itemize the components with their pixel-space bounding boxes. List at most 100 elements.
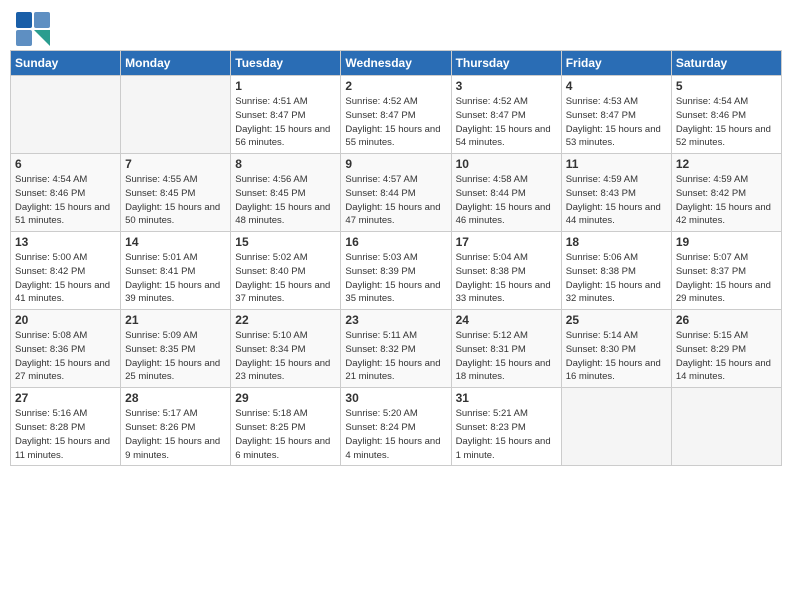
daylight-text: Daylight: 15 hours and 27 minutes. xyxy=(15,358,110,383)
sunrise-text: Sunrise: 4:54 AM xyxy=(15,174,87,185)
day-number: 20 xyxy=(15,313,116,327)
logo-icon xyxy=(14,10,50,46)
day-info: Sunrise: 5:17 AMSunset: 8:26 PMDaylight:… xyxy=(125,407,226,462)
day-number: 27 xyxy=(15,391,116,405)
sunset-text: Sunset: 8:42 PM xyxy=(676,188,746,199)
daylight-text: Daylight: 15 hours and 37 minutes. xyxy=(235,280,330,305)
day-number: 18 xyxy=(566,235,667,249)
sunset-text: Sunset: 8:38 PM xyxy=(456,266,526,277)
day-info: Sunrise: 5:07 AMSunset: 8:37 PMDaylight:… xyxy=(676,251,777,306)
calendar-day-cell: 17 Sunrise: 5:04 AMSunset: 8:38 PMDayligh… xyxy=(451,232,561,310)
sunset-text: Sunset: 8:35 PM xyxy=(125,344,195,355)
day-info: Sunrise: 5:06 AMSunset: 8:38 PMDaylight:… xyxy=(566,251,667,306)
sunrise-text: Sunrise: 4:52 AM xyxy=(345,96,417,107)
calendar-day-cell xyxy=(561,388,671,466)
calendar-day-cell: 5 Sunrise: 4:54 AMSunset: 8:46 PMDaylight… xyxy=(671,76,781,154)
day-info: Sunrise: 4:55 AMSunset: 8:45 PMDaylight:… xyxy=(125,173,226,228)
sunset-text: Sunset: 8:23 PM xyxy=(456,422,526,433)
calendar-day-cell: 23Sunrise: 5:11 AMSunset: 8:32 PMDayligh… xyxy=(341,310,451,388)
calendar-day-header: Tuesday xyxy=(231,51,341,76)
calendar-day-cell: 3Sunrise: 4:52 AMSunset: 8:47 PMDaylight… xyxy=(451,76,561,154)
sunset-text: Sunset: 8:45 PM xyxy=(235,188,305,199)
day-number: 3 xyxy=(456,79,557,93)
calendar-day-cell: 24Sunrise: 5:12 AMSunset: 8:31 PMDayligh… xyxy=(451,310,561,388)
sunset-text: Sunset: 8:44 PM xyxy=(456,188,526,199)
daylight-text: Daylight: 15 hours and 53 minutes. xyxy=(566,124,661,149)
day-info: Sunrise: 4:59 AMSunset: 8:43 PMDaylight:… xyxy=(566,173,667,228)
sunset-text: Sunset: 8:43 PM xyxy=(566,188,636,199)
day-info: Sunrise: 5:15 AMSunset: 8:29 PMDaylight:… xyxy=(676,329,777,384)
calendar-week-row: 1Sunrise: 4:51 AMSunset: 8:47 PMDaylight… xyxy=(11,76,782,154)
sunset-text: Sunset: 8:25 PM xyxy=(235,422,305,433)
daylight-text: Daylight: 15 hours and 47 minutes. xyxy=(345,202,440,227)
sunrise-text: Sunrise: 5:02 AM xyxy=(235,252,307,263)
calendar-day-cell: 10Sunrise: 4:58 AMSunset: 8:44 PMDayligh… xyxy=(451,154,561,232)
sunrise-text: Sunrise: 4:52 AM xyxy=(456,96,528,107)
sunrise-text: Sunrise: 5:11 AM xyxy=(345,330,417,341)
calendar-day-header: Saturday xyxy=(671,51,781,76)
sunrise-text: Sunrise: 5:06 AM xyxy=(566,252,638,263)
day-info: Sunrise: 5:08 AMSunset: 8:36 PMDaylight:… xyxy=(15,329,116,384)
day-info: Sunrise: 5:21 AMSunset: 8:23 PMDaylight:… xyxy=(456,407,557,462)
day-info: Sunrise: 4:54 AMSunset: 8:46 PMDaylight:… xyxy=(676,95,777,150)
daylight-text: Daylight: 15 hours and 48 minutes. xyxy=(235,202,330,227)
day-info: Sunrise: 4:51 AMSunset: 8:47 PMDaylight:… xyxy=(235,95,336,150)
sunrise-text: Sunrise: 4:57 AM xyxy=(345,174,417,185)
sunrise-text: Sunrise: 5:03 AM xyxy=(345,252,417,263)
logo xyxy=(14,10,54,46)
calendar-day-cell: 30Sunrise: 5:20 AMSunset: 8:24 PMDayligh… xyxy=(341,388,451,466)
day-info: Sunrise: 5:04 AMSunset: 8:38 PMDaylight:… xyxy=(456,251,557,306)
calendar-week-row: 27Sunrise: 5:16 AMSunset: 8:28 PMDayligh… xyxy=(11,388,782,466)
sunrise-text: Sunrise: 5:09 AM xyxy=(125,330,197,341)
daylight-text: Daylight: 15 hours and 21 minutes. xyxy=(345,358,440,383)
sunrise-text: Sunrise: 5:16 AM xyxy=(15,408,87,419)
sunset-text: Sunset: 8:34 PM xyxy=(235,344,305,355)
calendar-day-cell: 1Sunrise: 4:51 AMSunset: 8:47 PMDaylight… xyxy=(231,76,341,154)
daylight-text: Daylight: 15 hours and 50 minutes. xyxy=(125,202,220,227)
day-number: 7 xyxy=(125,157,226,171)
calendar-day-cell: 22Sunrise: 5:10 AMSunset: 8:34 PMDayligh… xyxy=(231,310,341,388)
daylight-text: Daylight: 15 hours and 39 minutes. xyxy=(125,280,220,305)
day-number: 4 xyxy=(566,79,667,93)
sunrise-text: Sunrise: 4:59 AM xyxy=(566,174,638,185)
day-number: 5 xyxy=(676,79,777,93)
day-info: Sunrise: 4:58 AMSunset: 8:44 PMDaylight:… xyxy=(456,173,557,228)
day-number: 22 xyxy=(235,313,336,327)
day-number: 13 xyxy=(15,235,116,249)
sunset-text: Sunset: 8:46 PM xyxy=(15,188,85,199)
day-number: 28 xyxy=(125,391,226,405)
calendar-day-cell: 27Sunrise: 5:16 AMSunset: 8:28 PMDayligh… xyxy=(11,388,121,466)
calendar-day-cell: 13Sunrise: 5:00 AMSunset: 8:42 PMDayligh… xyxy=(11,232,121,310)
daylight-text: Daylight: 15 hours and 23 minutes. xyxy=(235,358,330,383)
sunset-text: Sunset: 8:28 PM xyxy=(15,422,85,433)
day-info: Sunrise: 4:54 AMSunset: 8:46 PMDaylight:… xyxy=(15,173,116,228)
sunset-text: Sunset: 8:47 PM xyxy=(345,110,415,121)
sunrise-text: Sunrise: 4:53 AM xyxy=(566,96,638,107)
sunrise-text: Sunrise: 5:15 AM xyxy=(676,330,748,341)
calendar-table: SundayMondayTuesdayWednesdayThursdayFrid… xyxy=(10,50,782,466)
calendar-day-cell: 12Sunrise: 4:59 AMSunset: 8:42 PMDayligh… xyxy=(671,154,781,232)
calendar-day-cell: 6Sunrise: 4:54 AMSunset: 8:46 PMDaylight… xyxy=(11,154,121,232)
day-number: 9 xyxy=(345,157,446,171)
day-info: Sunrise: 5:14 AMSunset: 8:30 PMDaylight:… xyxy=(566,329,667,384)
day-info: Sunrise: 5:03 AMSunset: 8:39 PMDaylight:… xyxy=(345,251,446,306)
sunset-text: Sunset: 8:40 PM xyxy=(235,266,305,277)
sunset-text: Sunset: 8:44 PM xyxy=(345,188,415,199)
calendar-day-cell: 4Sunrise: 4:53 AMSunset: 8:47 PMDaylight… xyxy=(561,76,671,154)
day-number: 8 xyxy=(235,157,336,171)
calendar-day-header: Friday xyxy=(561,51,671,76)
calendar-day-header: Monday xyxy=(121,51,231,76)
daylight-text: Daylight: 15 hours and 56 minutes. xyxy=(235,124,330,149)
sunrise-text: Sunrise: 5:12 AM xyxy=(456,330,528,341)
sunset-text: Sunset: 8:39 PM xyxy=(345,266,415,277)
day-number: 31 xyxy=(456,391,557,405)
daylight-text: Daylight: 15 hours and 18 minutes. xyxy=(456,358,551,383)
calendar-day-cell: 2Sunrise: 4:52 AMSunset: 8:47 PMDaylight… xyxy=(341,76,451,154)
sunset-text: Sunset: 8:47 PM xyxy=(235,110,305,121)
calendar-day-cell xyxy=(671,388,781,466)
calendar-day-cell xyxy=(121,76,231,154)
calendar-day-cell: 18 Sunrise: 5:06 AMSunset: 8:38 PMDayligh… xyxy=(561,232,671,310)
day-number: 25 xyxy=(566,313,667,327)
day-number: 17 xyxy=(456,235,557,249)
sunset-text: Sunset: 8:45 PM xyxy=(125,188,195,199)
